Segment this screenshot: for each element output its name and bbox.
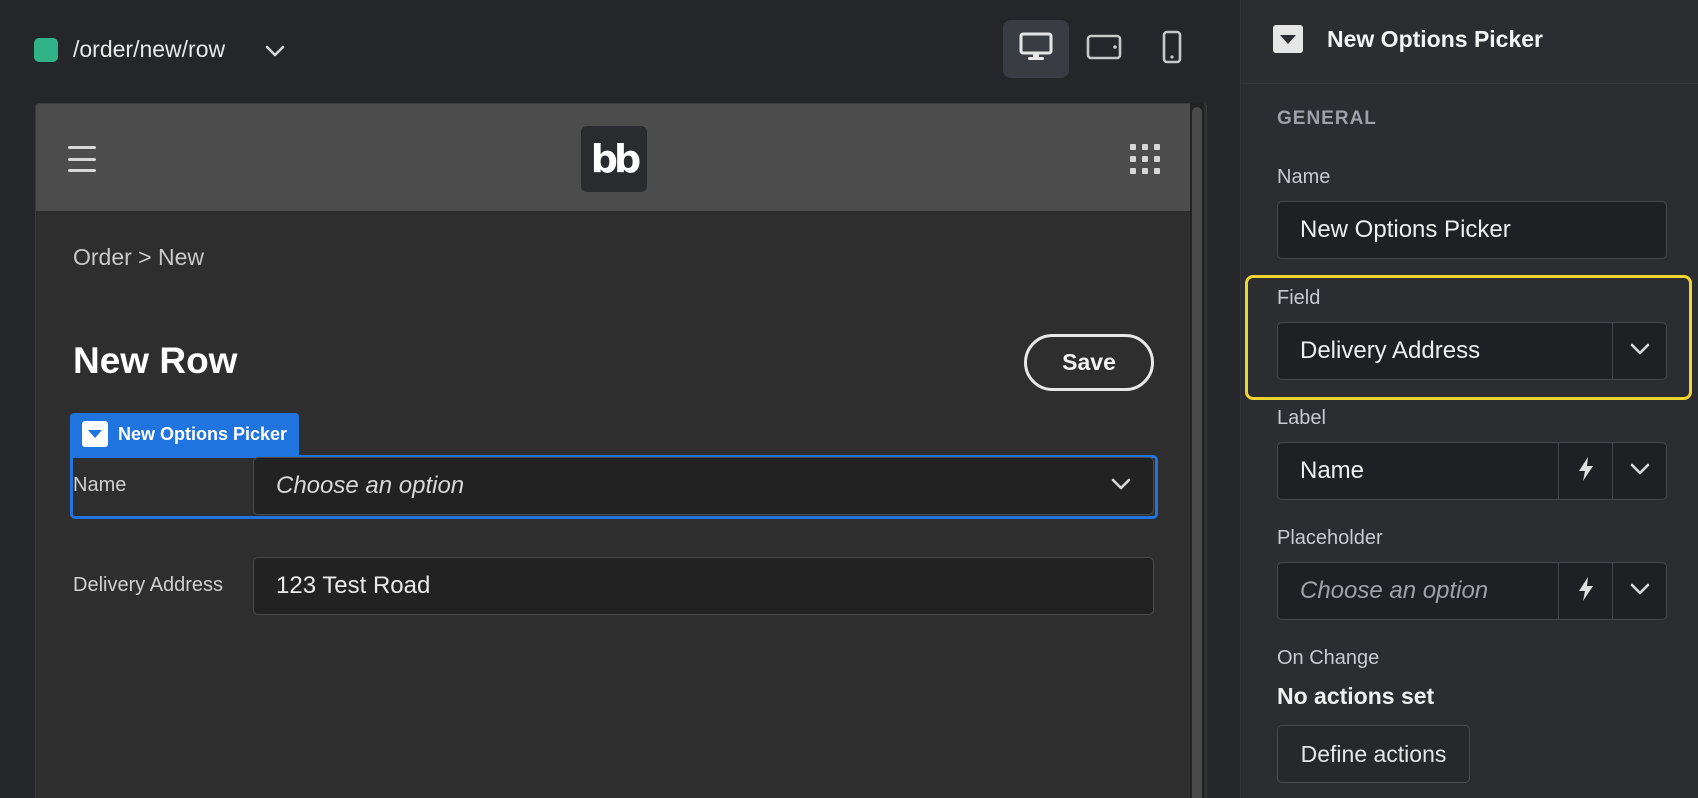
options-picker-placeholder: Choose an option xyxy=(276,472,465,499)
options-picker-icon xyxy=(1273,25,1303,53)
chevron-down-icon xyxy=(1630,582,1650,600)
route-chevron-down-icon[interactable] xyxy=(262,38,288,64)
label-setting-input[interactable]: Name xyxy=(1277,442,1667,500)
tablet-icon xyxy=(1086,34,1122,65)
desktop-icon xyxy=(1019,32,1053,67)
name-setting-value: New Options Picker xyxy=(1300,216,1511,243)
mobile-icon xyxy=(1162,30,1182,69)
label-binding-button[interactable] xyxy=(1558,443,1612,499)
route-path[interactable]: /order/new/row xyxy=(73,36,225,63)
panel-title: New Options Picker xyxy=(1327,26,1544,52)
preview-scrollbar-thumb[interactable] xyxy=(1192,107,1202,798)
mobile-view-button[interactable] xyxy=(1139,20,1205,78)
label-dropdown-button[interactable] xyxy=(1612,443,1666,499)
onchange-setting-label: On Change xyxy=(1277,647,1380,669)
desktop-view-button[interactable] xyxy=(1003,20,1069,78)
options-picker-icon xyxy=(82,421,108,447)
placeholder-setting-label: Placeholder xyxy=(1277,527,1383,549)
chevron-down-icon xyxy=(1630,462,1650,480)
route-status-dot xyxy=(34,38,58,62)
label-setting-value: Name xyxy=(1300,457,1365,484)
picker-field-label: Name xyxy=(73,474,127,496)
no-actions-text: No actions set xyxy=(1277,683,1435,709)
tablet-view-button[interactable] xyxy=(1071,20,1137,78)
lightning-icon xyxy=(1577,456,1595,487)
placeholder-setting-value: Choose an option xyxy=(1300,577,1489,604)
field-setting-highlight xyxy=(1245,275,1692,400)
name-setting-label: Name xyxy=(1277,166,1331,188)
delivery-address-label: Delivery Address xyxy=(73,574,224,596)
page-title: New Row xyxy=(73,340,238,381)
panel-header: New Options Picker xyxy=(1241,0,1698,84)
name-setting-input[interactable]: New Options Picker xyxy=(1277,201,1667,259)
app-preview-frame: bb Order > New New Row Save New Options … xyxy=(35,103,1207,798)
save-button[interactable]: Save xyxy=(1024,334,1154,391)
app-logo[interactable]: bb xyxy=(581,126,647,192)
breadcrumb[interactable]: Order > New xyxy=(73,244,204,271)
delivery-address-input[interactable]: 123 Test Road xyxy=(253,557,1154,615)
component-selection-tag[interactable]: New Options Picker xyxy=(70,413,300,455)
chevron-down-icon xyxy=(1111,477,1131,495)
lightning-icon xyxy=(1577,576,1595,607)
section-general-title[interactable]: GENERAL xyxy=(1277,108,1377,130)
app-header: bb xyxy=(36,104,1193,211)
apps-grid-icon[interactable] xyxy=(1130,144,1160,174)
define-actions-button[interactable]: Define actions xyxy=(1277,725,1470,783)
hamburger-menu-icon[interactable] xyxy=(68,146,96,172)
placeholder-binding-button[interactable] xyxy=(1558,563,1612,619)
placeholder-setting-input[interactable]: Choose an option xyxy=(1277,562,1667,620)
component-tag-label: New Options Picker xyxy=(118,423,288,444)
label-setting-label: Label xyxy=(1277,407,1326,429)
options-picker-select[interactable]: Choose an option xyxy=(253,457,1154,515)
placeholder-dropdown-button[interactable] xyxy=(1612,563,1666,619)
